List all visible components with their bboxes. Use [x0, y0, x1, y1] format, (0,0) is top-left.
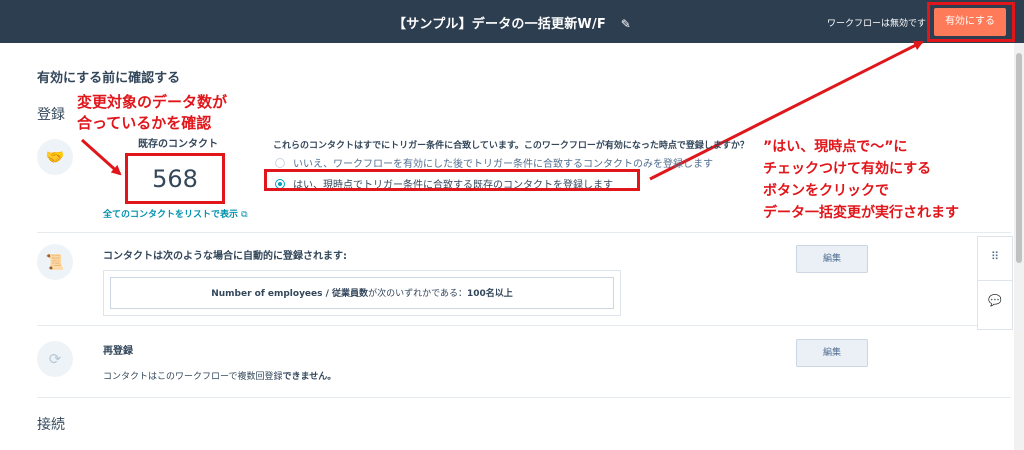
edit-reenroll-button[interactable]: 編集	[796, 339, 868, 367]
grid-dots-icon: ⠿	[990, 250, 1000, 263]
divider-2	[37, 325, 1011, 326]
option-yes-highlight	[264, 169, 640, 191]
reenroll-text: コンタクトはこのワークフローで複数回登録できません。	[103, 369, 336, 382]
reenroll-text-prefix: コンタクトはこのワークフローで複数回登録	[103, 372, 283, 382]
option-no-label: いいえ、ワークフローを有効にした後でトリガー条件に合致するコンタクトのみを登録し…	[293, 159, 713, 170]
divider-1	[37, 232, 1011, 233]
radio-no[interactable]	[275, 157, 285, 168]
criteria-value: 100名以上	[466, 289, 513, 299]
comment-icon: 💬	[988, 294, 1002, 307]
scroll-icon: 📜	[37, 244, 73, 280]
count-highlight	[125, 153, 225, 204]
reenroll-text-bold: できません。	[282, 372, 337, 382]
annotation-right-line4: データ一括変更が実行されます	[763, 205, 959, 221]
criteria-operator: が次のいずれかである：	[368, 289, 467, 299]
handshake-icon: 🤝	[37, 139, 73, 175]
view-all-contacts-link[interactable]: 全てのコンタクトをリストで表示 ⧉	[103, 207, 248, 220]
existing-contacts-label: 既存のコンタクト	[138, 139, 218, 150]
reenroll-title: 再登録	[103, 346, 133, 357]
comment-tab[interactable]: 💬	[977, 280, 1013, 330]
enroll-label: 登録	[37, 107, 65, 123]
arrow-to-count	[80, 138, 122, 176]
annotation-left: 変更対象のデータ数が 合っているかを確認	[77, 92, 227, 134]
refresh-icon: ⟳	[37, 341, 73, 377]
annotation-right: ”はい、現時点で～”に チェックつけて有効にする ボタンをクリックで データ一括…	[763, 136, 959, 224]
view-all-contacts-text: 全てのコンタクトをリストで表示	[103, 210, 239, 220]
confirm-heading: 有効にする前に確認する	[37, 71, 181, 86]
page-scrollbar[interactable]	[1014, 43, 1024, 450]
annotation-right-line3: ボタンをクリックで	[763, 183, 889, 199]
auto-enroll-title: コンタクトは次のような場合に自動的に登録されます:	[103, 251, 347, 262]
annotation-right-line1: ”はい、現時点で～”に	[763, 139, 908, 155]
divider-3	[37, 397, 1011, 398]
annotation-left-line2: 合っているかを確認	[77, 114, 212, 132]
annotation-right-line2: チェックつけて有効にする	[763, 161, 932, 177]
criteria-property: Number of employees / 従業員数	[211, 289, 369, 299]
external-link-icon: ⧉	[241, 210, 248, 220]
annotation-left-line1: 変更対象のデータ数が	[77, 93, 228, 111]
enroll-question: これらのコンタクトはすでにトリガー条件に合致しています。このワークフローが有効に…	[273, 141, 749, 151]
grid-dots-tab[interactable]: ⠿	[977, 236, 1013, 282]
scrollbar-thumb[interactable]	[1016, 53, 1022, 263]
option-no[interactable]: いいえ、ワークフローを有効にした後でトリガー条件に合致するコンタクトのみを登録し…	[275, 155, 713, 170]
criteria-container: Number of employees / 従業員数が次のいずれかである：100…	[103, 270, 621, 316]
criteria-box[interactable]: Number of employees / 従業員数が次のいずれかである：100…	[110, 277, 614, 309]
connect-label: 接続	[37, 417, 65, 433]
edit-trigger-button[interactable]: 編集	[796, 245, 868, 273]
